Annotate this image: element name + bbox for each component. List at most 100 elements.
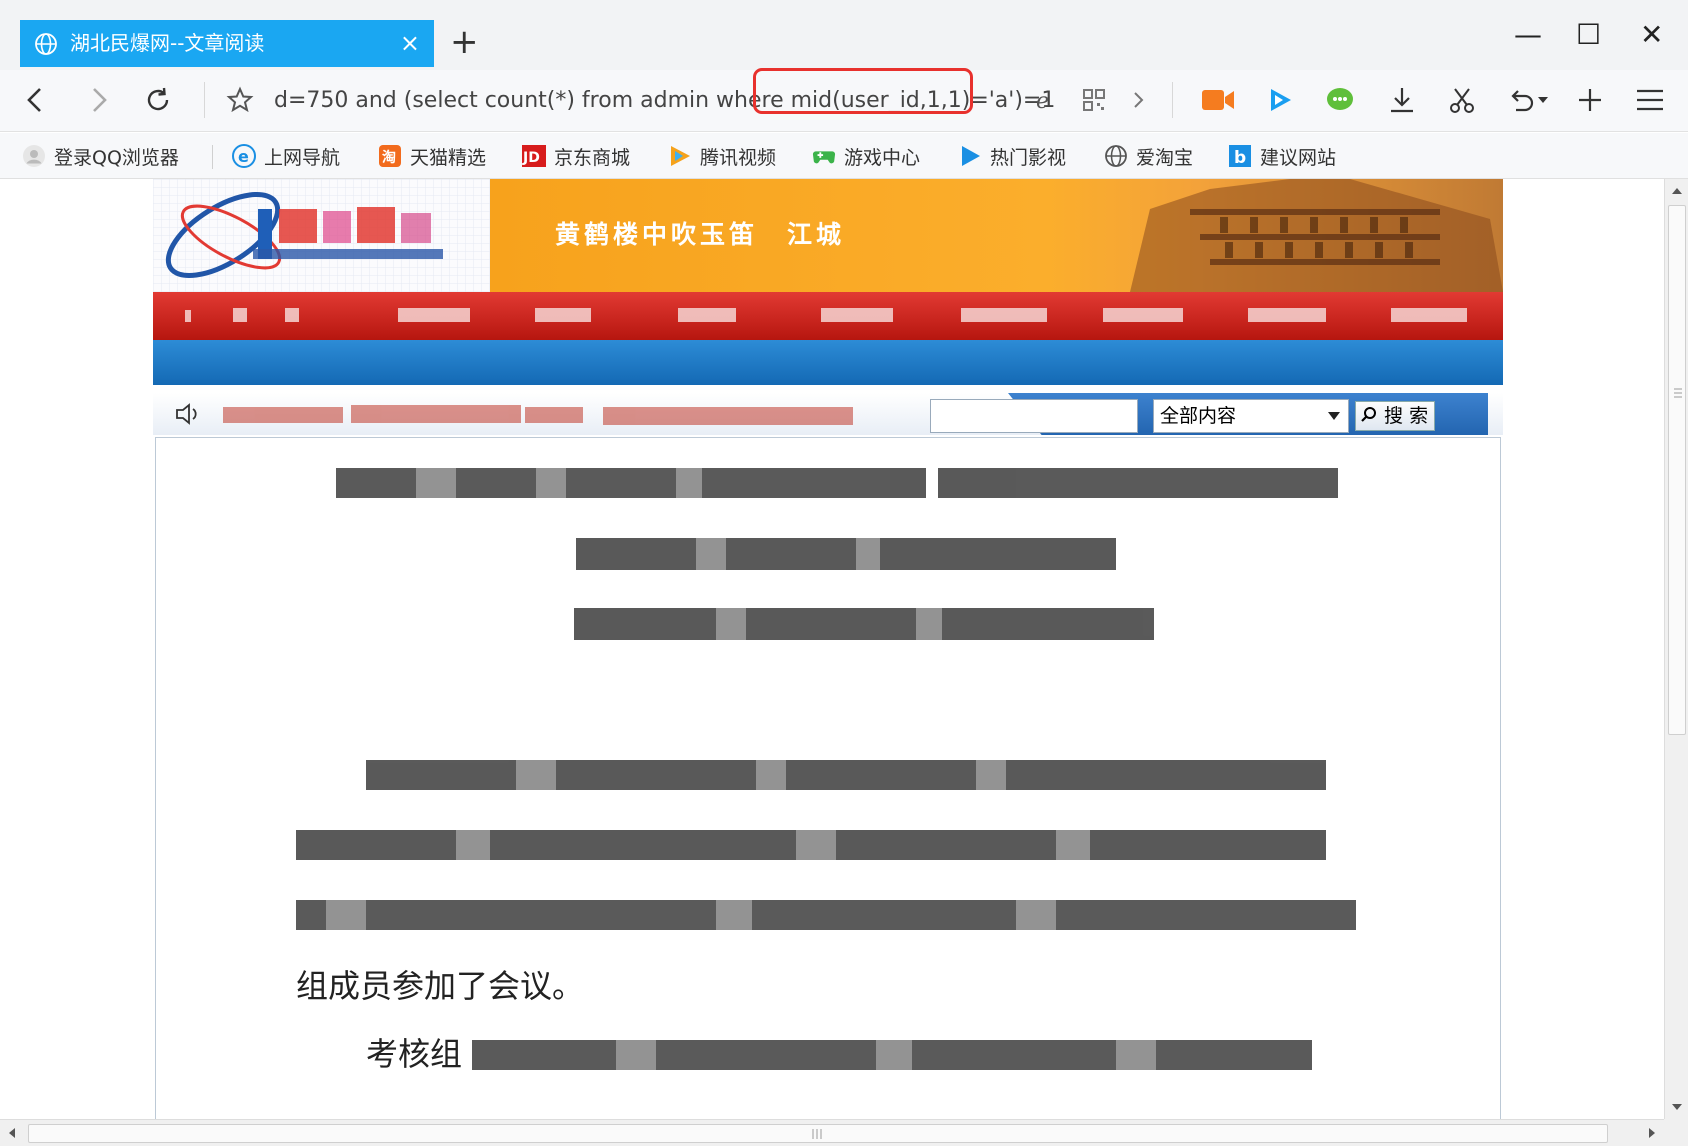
bookmark-label: 京东商城 (554, 146, 631, 169)
site-banner: 黄鹤楼中吹玉笛 江城 (153, 179, 1503, 292)
wechat-button[interactable] (1322, 82, 1358, 118)
jd-icon: JD (522, 144, 546, 168)
download-button[interactable] (1384, 82, 1420, 118)
sub-nav (153, 340, 1503, 385)
banner-slogan: 黄鹤楼中吹玉笛 江城 (555, 220, 846, 249)
scroll-right-icon[interactable] (1642, 1121, 1662, 1145)
chevron-right-icon (1134, 92, 1144, 108)
article-body-line: 考核组 (366, 1035, 463, 1073)
pixelated-article-text (296, 468, 1356, 1070)
tab-bar: 湖北民爆网--文章阅读 × + — ☐ ✕ (0, 0, 1688, 70)
play-icon (958, 144, 982, 168)
scroll-up-icon[interactable] (1665, 181, 1688, 201)
gamepad-icon (812, 144, 836, 168)
minimize-button[interactable]: — (1514, 18, 1542, 52)
add-button[interactable] (1572, 82, 1608, 118)
scrollbar-corner (1664, 1119, 1688, 1146)
toolbar-divider (204, 82, 205, 118)
bookmark-item-tencent-video[interactable]: 腾讯视频 (668, 141, 776, 171)
bookmark-item-aitaobao[interactable]: 爱淘宝 (1104, 141, 1193, 171)
page-viewport: 黄鹤楼中吹玉笛 江城 全部内容 搜 索 组成员参加了会议。 考核组 (0, 179, 1664, 1119)
forward-button[interactable] (80, 82, 116, 118)
globe-icon (35, 33, 57, 55)
vertical-scroll-thumb[interactable] (1668, 205, 1686, 735)
star-icon (226, 86, 254, 113)
tmall-icon: 淘 (378, 144, 402, 168)
search-icon (1361, 407, 1376, 422)
horizontal-scroll-thumb[interactable] (28, 1124, 1608, 1143)
menu-button[interactable] (1632, 82, 1668, 118)
ie-icon: e (1036, 89, 1049, 113)
ie-mode-button[interactable]: e (1028, 82, 1064, 118)
bookmark-label: 腾讯视频 (700, 146, 777, 169)
search-input[interactable] (930, 399, 1138, 433)
video-camera-button[interactable] (1200, 82, 1236, 118)
chevron-down-icon (1328, 412, 1340, 420)
bookmark-item-tmall[interactable]: 淘 天猫精选 (378, 141, 486, 171)
bookmark-item-suggested-sites[interactable]: b 建议网站 (1228, 141, 1336, 171)
search-button-label: 搜 索 (1384, 405, 1429, 427)
qr-code-icon (1083, 89, 1105, 111)
search-controls: 全部内容 搜 索 (153, 393, 1503, 435)
chevron-right-icon (93, 88, 107, 112)
back-button[interactable] (18, 82, 54, 118)
tab-title: 湖北民爆网--文章阅读 (70, 31, 265, 55)
logo-graphic (153, 179, 490, 292)
bookmarks-bar: 登录QQ浏览器 e 上网导航 淘 天猫精选 JD 京东商城 腾讯视频 游戏中心 … (0, 133, 1688, 179)
bookmark-item-game-center[interactable]: 游戏中心 (812, 141, 920, 171)
svg-text:e: e (238, 147, 249, 166)
search-scope-select[interactable]: 全部内容 (1153, 399, 1349, 433)
url-highlight-annotation (753, 68, 973, 114)
close-window-button[interactable]: ✕ (1640, 18, 1663, 52)
screenshot-button[interactable] (1444, 82, 1480, 118)
undo-dropdown[interactable] (1532, 82, 1554, 118)
vertical-scrollbar[interactable] (1664, 179, 1688, 1119)
bookmark-divider (212, 145, 213, 169)
scroll-left-icon[interactable] (2, 1121, 22, 1145)
tencent-video-icon (668, 144, 692, 168)
ie-icon: e (232, 144, 256, 168)
site-logo[interactable] (153, 179, 490, 292)
svg-text:b: b (1234, 148, 1246, 168)
wechat-icon (1327, 88, 1353, 110)
bookmark-item-jd[interactable]: JD 京东商城 (522, 141, 630, 171)
bookmark-item-login[interactable]: 登录QQ浏览器 (22, 141, 179, 171)
search-scope-value: 全部内容 (1160, 405, 1237, 427)
globe-icon (1104, 144, 1128, 168)
browser-window: 湖北民爆网--文章阅读 × + — ☐ ✕ d=750 and (select … (0, 0, 1688, 1146)
scissors-icon (1450, 88, 1474, 113)
bookmark-label: 登录QQ浏览器 (54, 146, 179, 169)
qr-code-button[interactable] (1076, 82, 1112, 118)
tab-active[interactable]: 湖北民爆网--文章阅读 × (20, 20, 434, 67)
chevron-down-icon (1538, 97, 1548, 103)
video-play-button[interactable] (1262, 82, 1298, 118)
article-container: 组成员参加了会议。 考核组 (155, 437, 1501, 1119)
reload-icon (147, 87, 169, 111)
scroll-down-icon[interactable] (1665, 1097, 1688, 1117)
horizontal-scrollbar[interactable] (0, 1119, 1664, 1146)
toolbar-divider (1172, 82, 1173, 118)
hamburger-menu-icon (1637, 89, 1663, 111)
play-icon (1271, 89, 1291, 111)
new-tab-button[interactable]: + (450, 22, 479, 62)
grip-icon (1674, 388, 1682, 398)
bookmark-item-navigation[interactable]: e 上网导航 (232, 141, 340, 171)
plus-icon (1579, 89, 1601, 111)
reload-button[interactable] (140, 82, 176, 118)
svg-text:JD: JD (522, 150, 540, 166)
search-button[interactable]: 搜 索 (1355, 401, 1435, 431)
user-icon (22, 144, 46, 168)
bookmark-label: 天猫精选 (410, 146, 487, 169)
download-icon (1391, 88, 1413, 113)
pixelated-nav-labels (185, 308, 1467, 322)
main-nav (153, 292, 1503, 340)
svg-text:淘: 淘 (382, 149, 396, 166)
tab-close-button[interactable]: × (400, 30, 420, 56)
website: 黄鹤楼中吹玉笛 江城 全部内容 搜 索 组成员参加了会议。 考核组 (153, 179, 1503, 1119)
chevron-left-icon (27, 88, 41, 112)
bookmark-item-hot-movies[interactable]: 热门影视 (958, 141, 1066, 171)
bookmark-label: 上网导航 (264, 146, 341, 169)
bookmark-star-button[interactable] (222, 82, 258, 118)
address-go-button[interactable] (1120, 82, 1156, 118)
maximize-button[interactable]: ☐ (1576, 18, 1601, 52)
